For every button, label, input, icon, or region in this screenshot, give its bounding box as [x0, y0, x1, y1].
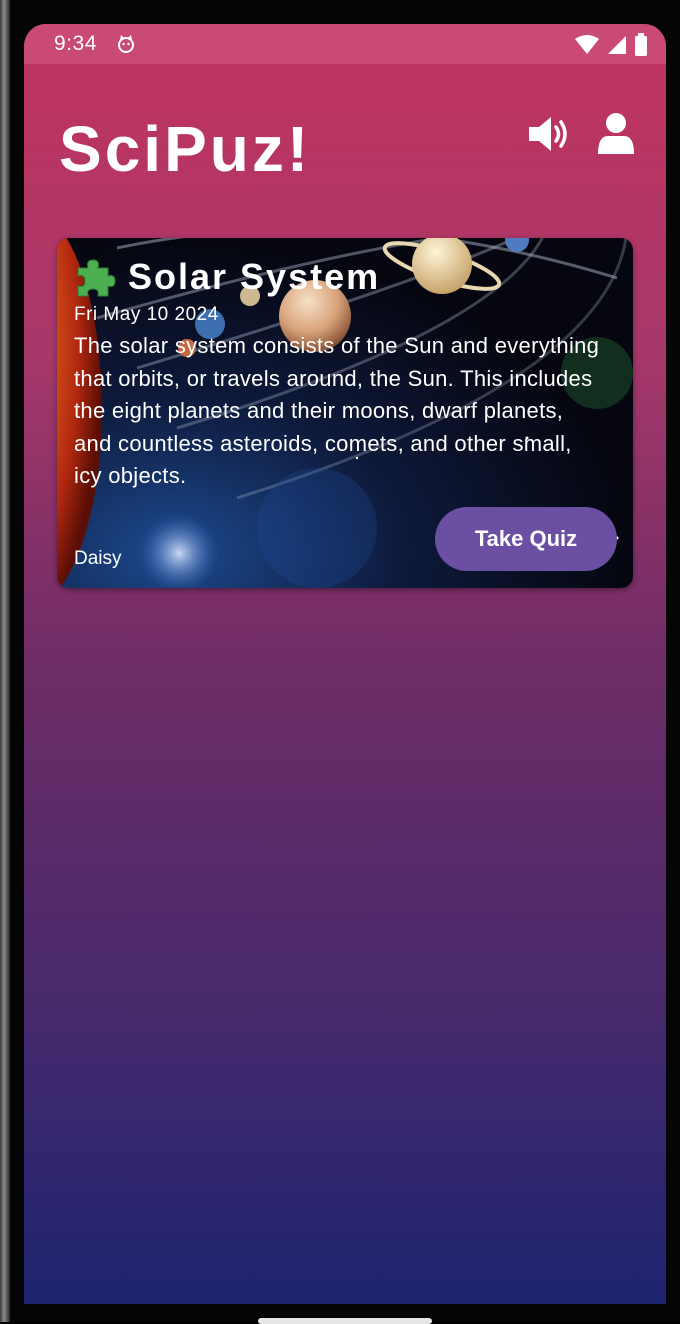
user-icon[interactable] [592, 110, 640, 158]
gesture-nav-handle[interactable] [258, 1318, 432, 1324]
puzzle-card[interactable]: Solar System Fri May 10 2024 The solar s… [57, 238, 633, 588]
status-bar: 9:34 [24, 24, 666, 64]
take-quiz-button[interactable]: Take Quiz [435, 507, 617, 571]
cat-face-icon [118, 35, 134, 53]
wifi-icon [575, 35, 599, 54]
puzzle-title: Solar System [128, 256, 381, 297]
card-title-row: Solar System [74, 256, 380, 298]
status-time: 9:34 [54, 32, 97, 55]
device-frame: 9:34 SciPuz! Solar System Fri May 10 202… [0, 0, 680, 1324]
speaker-icon[interactable] [525, 110, 573, 158]
app-title: SciPuz! [59, 113, 312, 185]
puzzle-piece-icon [77, 259, 116, 297]
app-screen: 9:34 SciPuz! Solar System Fri May 10 202… [24, 24, 666, 1304]
status-icons [574, 33, 648, 57]
puzzle-date: Fri May 10 2024 [74, 304, 219, 325]
device-bezel [0, 0, 10, 1322]
puzzle-author: Daisy [74, 548, 122, 569]
signal-icon [608, 36, 626, 54]
puzzle-description: The solar system consists of the Sun and… [74, 333, 600, 488]
battery-icon [635, 33, 647, 56]
